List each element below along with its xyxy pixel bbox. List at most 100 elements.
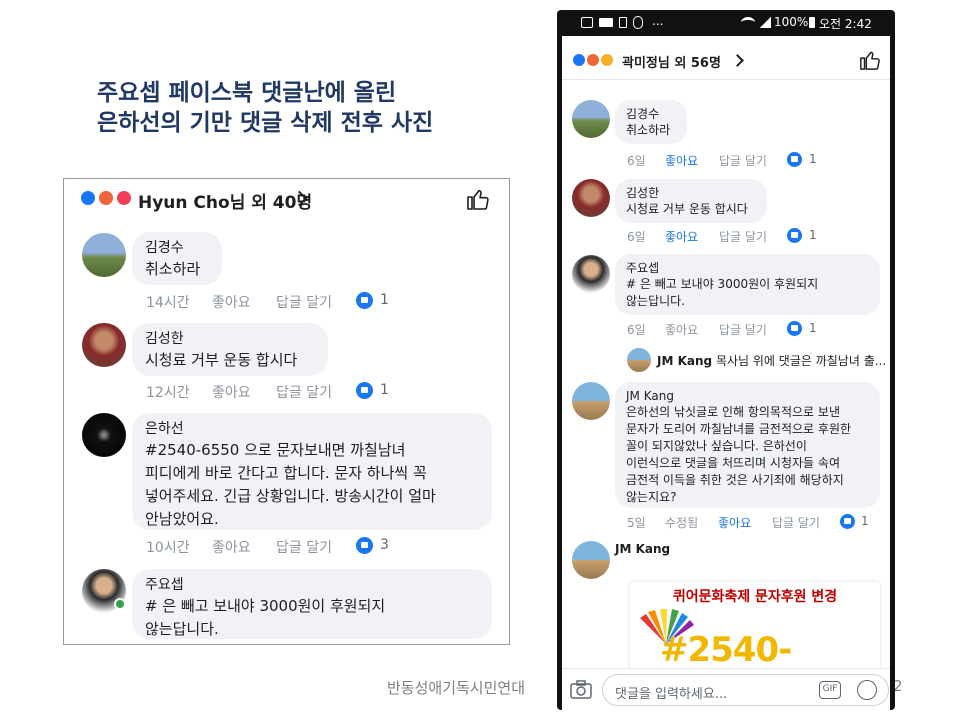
like-count-icon	[356, 292, 373, 309]
comment-bubble: 김경수 취소하라	[615, 100, 687, 144]
status-bar: ... 100% 오전 2:42	[557, 10, 895, 36]
like-link[interactable]: 좋아요	[212, 382, 251, 402]
comment-time: 10시간	[146, 540, 190, 556]
comment-composer: 댓글을 입력하세요... GIF	[562, 668, 890, 710]
comment-text: 시청료 거부 운동 합시다	[626, 202, 748, 216]
battery-percent: 100%	[774, 15, 809, 29]
comment-text: 취소하라	[145, 260, 201, 278]
slide: 주요셉 페이스북 댓글난에 올린 은하선의 기만 댓글 삭제 전후 사진 Hyu…	[0, 0, 960, 720]
comment-time: 5일	[627, 516, 646, 530]
comment-bubble: 주요셉 # 은 빼고 보내야 3000원이 후원되지 않는답니다.	[615, 254, 880, 315]
banner-title: 퀴어문화축제 문자후원 변경	[672, 589, 838, 605]
commenter-name[interactable]: 김성한	[145, 330, 315, 349]
reactions-people-label[interactable]: 곽미정님 외 56명	[622, 52, 721, 71]
like-link[interactable]: 좋아요	[665, 228, 698, 245]
comment-bubble: JM Kang 은하선의 낚싯글로 인해 항의목적으로 보낸 문자가 도리어 까…	[615, 382, 880, 508]
avatar[interactable]	[572, 100, 610, 138]
chevron-right-icon[interactable]	[731, 54, 744, 67]
avatar[interactable]	[572, 541, 610, 579]
mail-icon	[599, 18, 613, 27]
commenter-name[interactable]: 주요셉	[145, 576, 479, 595]
title-line-1: 주요셉 페이스북 댓글난에 올린	[97, 80, 397, 106]
thumbs-up-icon[interactable]	[466, 187, 490, 211]
reactions-header[interactable]: Hyun Cho님 외 40명	[64, 179, 509, 221]
more-notifications-icon: ...	[652, 14, 664, 28]
comment-time: 14시간	[146, 295, 190, 311]
reply-link[interactable]: 답글 달기	[719, 228, 767, 245]
reply-link[interactable]: 답글 달기	[276, 537, 332, 557]
signal-icon	[759, 17, 771, 28]
online-status-dot	[114, 598, 126, 610]
battery-icon	[809, 17, 815, 28]
commenter-name[interactable]: 김경수	[145, 239, 209, 258]
comment-time: 6일	[627, 230, 646, 244]
commenter-name[interactable]: 김성한	[626, 185, 756, 201]
b-app-icon	[633, 16, 643, 29]
comment-bubble: 김경수 취소하라	[132, 232, 222, 285]
reply-preview[interactable]: JM Kang 목사님 위에 댓글은 까칠남녀 출...	[657, 352, 886, 369]
emoji-icon[interactable]	[857, 680, 877, 700]
avatar[interactable]	[572, 179, 610, 217]
like-count[interactable]: 1	[380, 382, 389, 398]
reply-link[interactable]: 답글 달기	[772, 514, 820, 531]
camera-icon[interactable]	[570, 680, 592, 699]
comment-time: 12시간	[146, 385, 190, 401]
like-link[interactable]: 좋아요	[212, 292, 251, 312]
avatar[interactable]	[82, 323, 126, 367]
comment-time: 6일	[627, 323, 646, 337]
like-link[interactable]: 좋아요	[718, 514, 751, 531]
comment-text: 시청료 거부 운동 합시다	[145, 351, 298, 369]
like-count[interactable]: 1	[809, 321, 817, 335]
comment-text: 은하선의 낚싯글로 인해 항의목적으로 보낸 문자가 도리어 까칠남녀를 금전적…	[626, 405, 852, 504]
comment-input-placeholder: 댓글을 입력하세요...	[615, 687, 728, 702]
avatar[interactable]	[627, 348, 651, 372]
comment-text: # 은 빼고 보내야 3000원이 후원되지 않는답니다.	[145, 597, 386, 638]
like-link[interactable]: 좋아요	[212, 537, 251, 557]
avatar[interactable]	[82, 233, 126, 277]
avatar[interactable]	[572, 382, 610, 420]
reply-link[interactable]: 답글 달기	[719, 321, 767, 338]
like-count-icon	[356, 382, 373, 399]
angry-reaction-icon	[98, 190, 114, 206]
like-count-icon	[787, 228, 802, 243]
like-count[interactable]: 1	[809, 152, 817, 166]
comment-input[interactable]: 댓글을 입력하세요... GIF	[602, 674, 889, 706]
reactions-people-label[interactable]: Hyun Cho님 외 40명	[138, 188, 312, 213]
comment-time: 6일	[627, 154, 646, 168]
like-count[interactable]: 1	[861, 514, 869, 528]
reply-link[interactable]: 답글 달기	[276, 382, 332, 402]
reply-link[interactable]: 답글 달기	[276, 292, 332, 312]
comment-text: # 은 빼고 보내야 3000원이 후원되지 않는답니다.	[626, 277, 819, 308]
like-count[interactable]: 1	[809, 228, 817, 242]
love-reaction-icon	[116, 190, 132, 206]
comment-bubble: 김성한 시청료 거부 운동 합시다	[132, 323, 328, 376]
facebook-screen: 곽미정님 외 56명 김경수 취소하라 6일 좋아요 답글 달기 1 김성한 시…	[562, 36, 890, 710]
like-count[interactable]: 1	[380, 292, 389, 308]
gif-icon[interactable]: GIF	[819, 681, 841, 699]
commenter-name[interactable]: 김경수	[626, 106, 676, 122]
like-count[interactable]: 3	[380, 537, 389, 553]
comment-bubble: 김성한 시청료 거부 운동 합시다	[615, 179, 767, 223]
footer-organization: 반동성애기독시민연대	[387, 679, 526, 697]
reply-link[interactable]: 답글 달기	[719, 152, 767, 169]
commenter-name[interactable]: JM Kang	[626, 388, 869, 404]
reactions-header[interactable]: 곽미정님 외 56명	[562, 36, 890, 80]
phone-icon	[619, 17, 627, 28]
reply-preview-name: JM Kang	[657, 354, 713, 368]
sad-reaction-icon	[600, 53, 614, 67]
title-line-2: 은하선의 기만 댓글 삭제 전후 사진	[97, 110, 434, 136]
commenter-name[interactable]: 은하선	[145, 420, 479, 439]
like-reaction-icon	[80, 190, 96, 206]
app-notification-icon	[581, 17, 593, 28]
thumbs-up-icon[interactable]	[859, 49, 881, 71]
reply-preview-text: 목사님 위에 댓글은 까칠남녀 출...	[715, 354, 887, 368]
comment-bubble: 주요셉 # 은 빼고 보내야 3000원이 후원되지 않는답니다.	[132, 569, 492, 639]
avatar[interactable]	[82, 413, 126, 457]
like-link[interactable]: 좋아요	[665, 321, 698, 338]
commenter-name[interactable]: 주요셉	[626, 260, 869, 276]
commenter-name[interactable]: JM Kang	[615, 542, 670, 556]
comment-image-banner[interactable]: 퀴어문화축제 문자후원 변경 #2540-6550	[630, 582, 880, 674]
avatar[interactable]	[572, 255, 610, 293]
slide-title: 주요셉 페이스북 댓글난에 올린 은하선의 기만 댓글 삭제 전후 사진	[97, 78, 433, 138]
like-link[interactable]: 좋아요	[665, 152, 698, 169]
